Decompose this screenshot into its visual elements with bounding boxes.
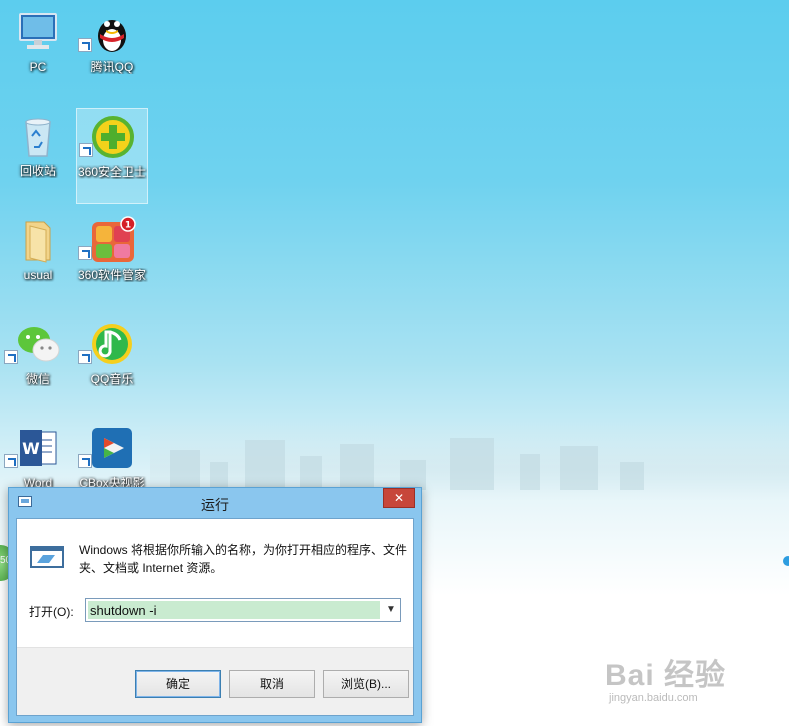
computer-icon <box>19 13 57 49</box>
desktop-icon-qq[interactable]: 腾讯QQ <box>76 4 148 100</box>
title-bar[interactable]: 运行 ✕ <box>9 488 421 518</box>
shortcut-arrow-icon <box>79 143 93 157</box>
browse-button[interactable]: 浏览(B)... <box>323 670 409 698</box>
desktop-icon-label: QQ音乐 <box>90 372 134 386</box>
word-icon: W <box>20 430 57 466</box>
desktop-icon-wechat[interactable]: 微信 <box>2 316 74 412</box>
run-icon <box>30 546 64 568</box>
edge-widget[interactable] <box>783 556 789 566</box>
desktop-icon-label: 360软件管家 <box>77 268 147 282</box>
360-software-manager-icon: 1 <box>92 216 136 262</box>
shortcut-arrow-icon <box>78 246 92 260</box>
dialog-body: Windows 将根据你所输入的名称，为你打开相应的程序、文件夹、文档或 Int… <box>16 518 414 716</box>
dialog-title: 运行 <box>201 497 229 513</box>
shortcut-arrow-icon <box>4 350 18 364</box>
desktop-icon-label: PC <box>29 60 47 74</box>
watermark-main: Bai 经验 <box>605 659 727 692</box>
baidu-watermark: Bai 经验 jingyan.baidu.com <box>605 650 785 716</box>
open-label: 打开(O): <box>29 605 74 619</box>
desktop-icon-label: 360安全卫士 <box>77 165 147 179</box>
command-input[interactable] <box>88 601 380 619</box>
cancel-button[interactable]: 取消 <box>229 670 315 698</box>
ok-button[interactable]: 确定 <box>135 670 221 698</box>
360-security-icon <box>92 116 134 158</box>
button-bar: 确定 取消 浏览(B)... <box>17 647 413 715</box>
watermark-url: jingyan.baidu.com <box>609 692 698 704</box>
chevron-down-icon[interactable]: ▼ <box>384 602 398 618</box>
shortcut-arrow-icon <box>78 454 92 468</box>
desktop-icon-360-software[interactable]: 1 360软件管家 <box>76 212 148 308</box>
shortcut-arrow-icon <box>78 350 92 364</box>
qq-music-icon <box>92 324 132 364</box>
close-button[interactable]: ✕ <box>383 488 415 508</box>
desktop-icon-label: usual <box>23 268 53 282</box>
desktop-icon-recycle-bin[interactable]: 回收站 <box>2 108 74 204</box>
notification-badge: 1 <box>125 221 131 231</box>
shortcut-arrow-icon <box>78 38 92 52</box>
wechat-icon <box>18 327 60 362</box>
desktop-icon-360-security[interactable]: 360安全卫士 <box>76 108 148 204</box>
recycle-bin-icon <box>25 118 51 157</box>
svg-text:W: W <box>22 439 40 458</box>
desktop-icon-label: 回收站 <box>19 164 56 178</box>
desktop-icon-qq-music[interactable]: QQ音乐 <box>76 316 148 412</box>
folder-icon <box>25 221 51 263</box>
run-dialog: 运行 ✕ Windows 将根据你所输入的名称，为你打开相应的程序、文件夹、文档… <box>8 487 422 723</box>
desktop-icon-label: 腾讯QQ <box>90 60 134 74</box>
open-combobox[interactable]: ▼ <box>85 598 401 622</box>
qq-penguin-icon <box>98 20 126 52</box>
desktop-icon-pc[interactable]: PC <box>2 4 74 100</box>
cbox-icon <box>92 428 132 468</box>
dialog-description: Windows 将根据你所输入的名称，为你打开相应的程序、文件夹、文档或 Int… <box>79 543 408 575</box>
desktop-icon-label: 微信 <box>25 372 50 386</box>
shortcut-arrow-icon <box>4 454 18 468</box>
desktop-icon-usual-folder[interactable]: usual <box>2 212 74 308</box>
